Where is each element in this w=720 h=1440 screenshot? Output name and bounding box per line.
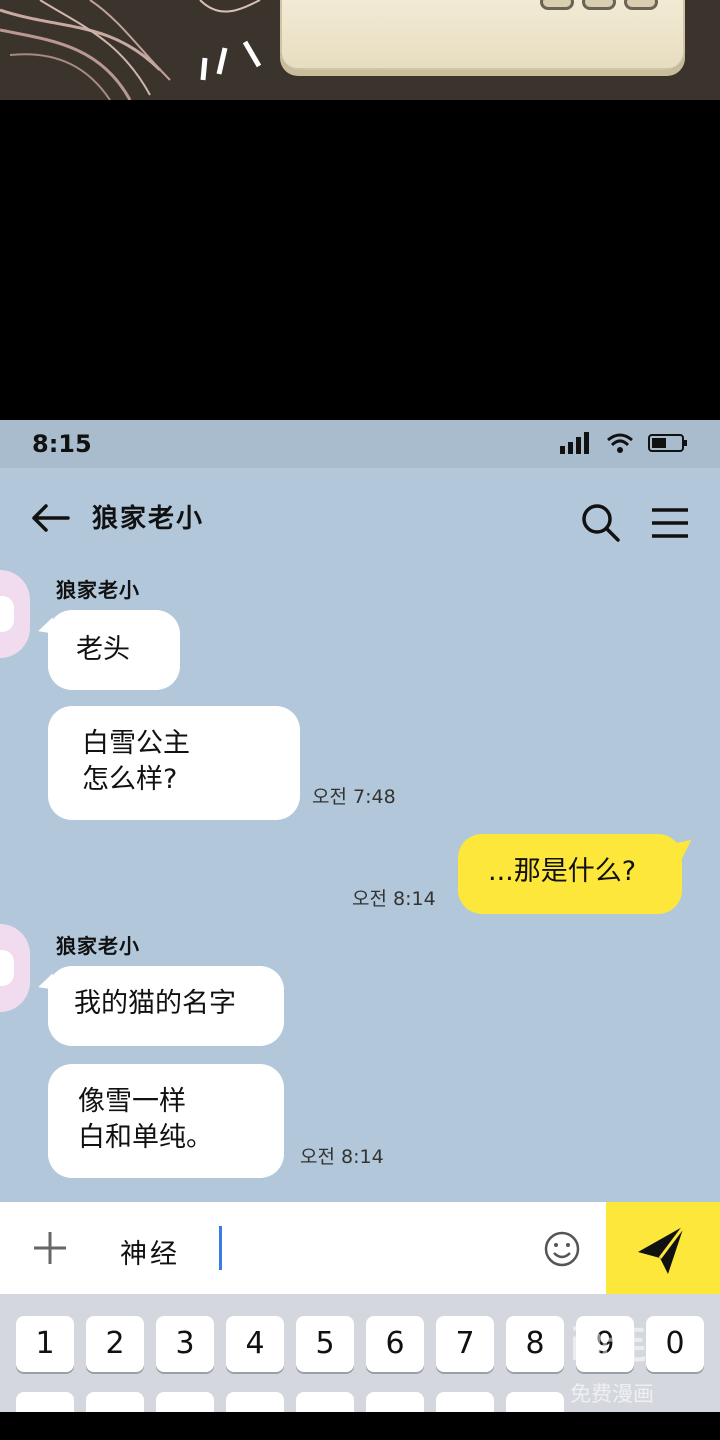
plus-icon[interactable] <box>32 1230 68 1266</box>
phone-illustration <box>280 0 685 70</box>
key[interactable] <box>506 1392 564 1412</box>
camera-lens <box>540 0 574 10</box>
key-4[interactable]: 4 <box>226 1316 284 1372</box>
watermark-logo: 画连 免费漫画 <box>566 1310 686 1410</box>
message-timestamp: 오전 7:48 <box>312 786 396 808</box>
wifi-icon <box>607 433 633 453</box>
message-input[interactable]: 神经 <box>120 1232 180 1271</box>
back-arrow-icon[interactable] <box>30 502 70 534</box>
key-5[interactable]: 5 <box>296 1316 354 1372</box>
send-icon <box>638 1225 686 1274</box>
camera-lens <box>624 0 658 10</box>
key[interactable] <box>436 1392 494 1412</box>
watermark-subtitle: 免费漫画 <box>570 1382 654 1406</box>
message-bubble[interactable]: 我的猫的名字 <box>48 966 284 1046</box>
key[interactable] <box>156 1392 214 1412</box>
key-1[interactable]: 1 <box>16 1316 74 1372</box>
sender-name: 狼家老小 <box>56 578 140 602</box>
search-icon[interactable] <box>580 502 620 542</box>
message-text-line: 白雪公主 <box>82 728 190 759</box>
camera-lens <box>582 0 616 10</box>
avatar[interactable] <box>0 570 30 658</box>
chat-screen: 8:15 狼家老小 狼家老小 老头 白雪公主 怎么样? 오전 7:48 오전 8… <box>0 420 720 1412</box>
key-3[interactable]: 3 <box>156 1316 214 1372</box>
page: 8:15 狼家老小 狼家老小 老头 白雪公主 怎么样? 오전 7:48 오전 8… <box>0 0 720 1440</box>
key[interactable] <box>366 1392 424 1412</box>
menu-icon[interactable] <box>650 506 690 540</box>
emoji-icon[interactable] <box>543 1230 581 1268</box>
chat-title: 狼家老小 <box>92 504 205 534</box>
comic-panel-top <box>0 0 720 100</box>
message-timestamp: 오전 8:14 <box>300 1146 384 1168</box>
avatar[interactable] <box>0 924 30 1012</box>
key-7[interactable]: 7 <box>436 1316 494 1372</box>
key[interactable] <box>226 1392 284 1412</box>
status-bar: 8:15 <box>0 420 720 468</box>
key-2[interactable]: 2 <box>86 1316 144 1372</box>
message-bubble[interactable]: 老头 <box>48 610 180 690</box>
chat-header: 狼家老小 <box>0 468 720 568</box>
message-text-line: 像雪一样 <box>78 1086 186 1117</box>
key[interactable] <box>16 1392 74 1412</box>
key[interactable] <box>296 1392 354 1412</box>
key-8[interactable]: 8 <box>506 1316 564 1372</box>
sender-name: 狼家老小 <box>56 934 140 958</box>
message-bubble[interactable]: 白雪公主 怎么样? <box>48 706 300 820</box>
battery-icon <box>648 434 687 452</box>
message-text: 我的猫的名字 <box>74 988 236 1019</box>
message-text: 老头 <box>76 634 130 665</box>
watermark-title: 画连 <box>570 1322 646 1368</box>
status-icons <box>560 432 688 454</box>
signal-icon <box>560 432 589 454</box>
message-input-bar: 神经 <box>0 1202 720 1294</box>
message-text: ...那是什么? <box>488 856 637 887</box>
send-button[interactable] <box>606 1202 720 1294</box>
message-text-line: 白和单纯。 <box>78 1122 213 1153</box>
my-message-bubble[interactable]: ...那是什么? <box>458 834 682 914</box>
motion-marks <box>200 40 262 81</box>
message-timestamp: 오전 8:14 <box>352 888 436 910</box>
key-6[interactable]: 6 <box>366 1316 424 1372</box>
status-time: 8:15 <box>32 430 92 458</box>
key[interactable] <box>86 1392 144 1412</box>
message-bubble[interactable]: 像雪一样 白和单纯。 <box>48 1064 284 1178</box>
text-caret <box>219 1226 222 1270</box>
message-text-line: 怎么样? <box>82 764 178 795</box>
